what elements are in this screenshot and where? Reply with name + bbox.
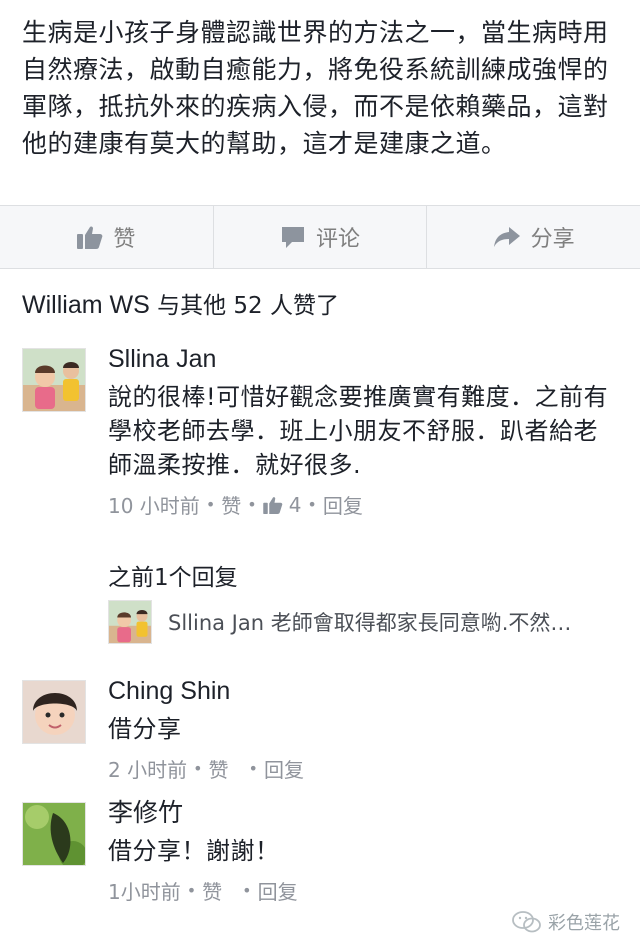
- previous-replies-link[interactable]: 之前1个回复: [108, 558, 238, 592]
- comment-like-count: 4: [288, 492, 302, 517]
- comment-like-link[interactable]: 赞: [221, 490, 241, 519]
- comment-meta: 10 小时前 • 赞 • 4 • 回复: [108, 490, 618, 519]
- likes-summary-name: William WS: [22, 291, 150, 319]
- comment-meta: 1小时前 • 赞 • 回复: [108, 876, 618, 905]
- comment-meta: 2 小时前 • 赞 • 回复: [108, 754, 618, 783]
- comment-reply-link[interactable]: 回复: [323, 490, 363, 519]
- comment-author[interactable]: Sllina Jan: [108, 344, 618, 374]
- reply-snippet: 老師會取得都家長同意喲.不然…: [270, 611, 572, 635]
- share-button[interactable]: 分享: [426, 206, 640, 268]
- avatar[interactable]: [22, 680, 86, 744]
- like-button-label: 赞: [113, 227, 136, 252]
- comment-button[interactable]: 评论: [212, 206, 427, 268]
- reply-preview-text: Sllina Jan 老師會取得都家長同意喲.不然…: [168, 607, 571, 637]
- comment-like-link[interactable]: 赞: [202, 876, 222, 905]
- comment-button-label: 评论: [316, 227, 361, 252]
- comment-time: 1小时前: [108, 880, 181, 904]
- share-button-label: 分享: [530, 227, 575, 252]
- like-button[interactable]: 赞: [0, 206, 213, 268]
- avatar[interactable]: [22, 802, 86, 866]
- likes-summary-rest: 与其他 52 人赞了: [149, 293, 339, 319]
- speech-bubble-icon: [282, 227, 304, 248]
- share-arrow-icon: [493, 227, 520, 247]
- comment-time: 2 小时前: [108, 758, 188, 782]
- comment-time: 10 小时前: [108, 494, 200, 518]
- reply-preview[interactable]: Sllina Jan 老師會取得都家長同意喲.不然…: [108, 598, 628, 646]
- comment-text: 借分享: [108, 715, 182, 743]
- post-text: 生病是小孩子身體認識世界的方法之一，當生病時用自然療法，啟動自癒能力，將免役系統…: [22, 18, 609, 158]
- avatar: [108, 600, 152, 644]
- comment-author[interactable]: Ching Shin: [108, 676, 618, 706]
- likes-summary[interactable]: William WS 与其他 52 人赞了: [22, 286, 339, 320]
- avatar[interactable]: [22, 348, 86, 412]
- comment-reply-link[interactable]: 回复: [264, 754, 304, 783]
- watermark-text: 彩色莲花: [548, 913, 620, 934]
- comment-author[interactable]: 李修竹: [108, 798, 618, 828]
- thumbs-up-icon: [262, 496, 282, 514]
- reply-author: Sllina Jan: [168, 611, 265, 635]
- comment-reply-link[interactable]: 回复: [258, 876, 298, 905]
- comment-like-link[interactable]: 赞: [209, 754, 229, 783]
- thumbs-up-icon: [77, 226, 103, 249]
- watermark: 彩色莲花: [512, 909, 620, 935]
- comment-text: 說的很棒!可惜好觀念要推廣實有難度．之前有學校老師去學．班上小朋友不舒服．趴者給…: [108, 383, 609, 479]
- wechat-icon: [512, 911, 541, 933]
- post-action-bar: 赞 评论 分享: [0, 205, 640, 269]
- comment-text: 借分享！謝謝！: [108, 837, 280, 865]
